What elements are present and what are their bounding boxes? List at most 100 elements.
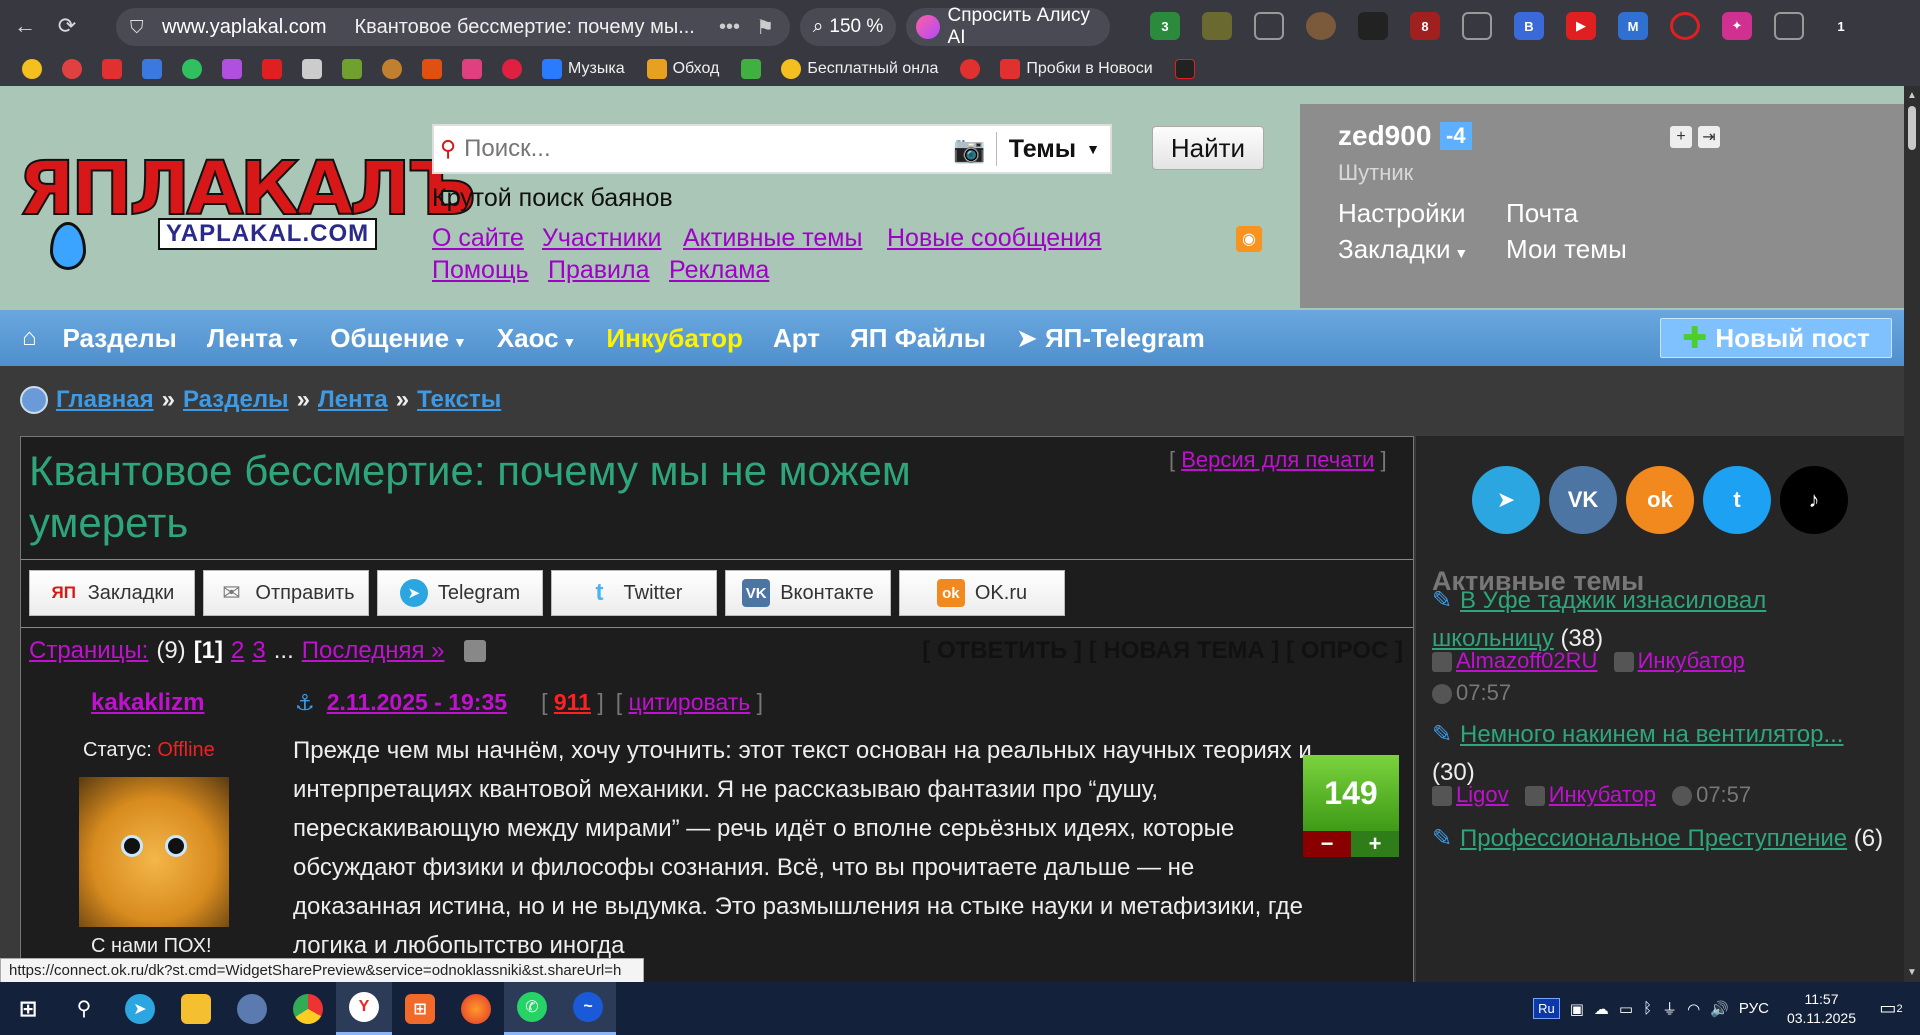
rate-up-button[interactable]: + (1351, 831, 1399, 857)
share-bookmarks-button[interactable]: ЯП Закладки (29, 570, 195, 616)
link-rules[interactable]: Правила (548, 256, 650, 285)
topic-actions[interactable]: [ ОТВЕТИТЬ ] [ НОВАЯ ТЕМА ] [ ОПРОС ] (922, 637, 1403, 665)
reload-icon[interactable]: ⟳ (50, 9, 84, 43)
doc-bookmark-icon[interactable] (302, 59, 322, 79)
taskbar-chrome[interactable] (280, 982, 336, 1035)
sidebar-extension-icon[interactable] (1774, 12, 1804, 40)
k-bookmark-icon[interactable] (422, 59, 442, 79)
youtube-extension-icon[interactable]: ▶ (1566, 12, 1596, 40)
bookmark-bypass[interactable]: Обход (646, 59, 719, 79)
clock[interactable]: 11:57 03.11.2025 (1787, 990, 1856, 1028)
target-bookmark-icon[interactable] (960, 59, 981, 79)
print-version-link[interactable]: Версия для печати (1181, 447, 1374, 472)
breadcrumb-feed[interactable]: Лента (318, 386, 388, 414)
wifi-icon[interactable]: ◠ (1687, 1000, 1700, 1018)
page-link-3[interactable]: 3 (252, 637, 265, 665)
pages-label[interactable]: Страницы: (29, 637, 148, 665)
bookmarks-link[interactable]: Закладки ▼ (1338, 234, 1468, 265)
share-twitter-button[interactable]: t Twitter (551, 570, 717, 616)
taskbar-telegram[interactable]: ➤ (112, 982, 168, 1035)
ask-alice-button[interactable]: Спросить Алису AI (906, 5, 1110, 48)
breadcrumb-texts[interactable]: Тексты (417, 386, 501, 414)
link-about[interactable]: О сайте (432, 224, 524, 253)
pin-bookmark-icon[interactable] (102, 59, 122, 79)
rss-icon[interactable]: ◉ (1236, 226, 1262, 252)
download-bookmark-icon[interactable] (741, 59, 762, 79)
site-logo[interactable]: ЯПЛАКАЛЪ YAPLAKAL.COM (17, 151, 477, 270)
share-ok-button[interactable]: ok OK.ru (899, 570, 1065, 616)
topic-user-link[interactable]: Almazoff02RU (1456, 648, 1597, 673)
start-button[interactable]: ⊞ (0, 982, 56, 1035)
pinterest-bookmark-icon[interactable] (502, 59, 522, 79)
coin-bookmark-icon[interactable] (382, 59, 402, 79)
glasses-extension-icon[interactable] (1254, 12, 1284, 40)
taskbar-app-7[interactable]: ⊞ (392, 982, 448, 1035)
search-scope[interactable]: Темы (1009, 135, 1076, 164)
more-dots-icon[interactable]: ••• (719, 16, 740, 39)
bookmark-free-online[interactable]: Бесплатный онла (781, 59, 938, 79)
twitter-icon[interactable]: t (1703, 466, 1771, 534)
menu-telegram[interactable]: ➤ ЯП-Telegram (1016, 323, 1205, 354)
tiktok-icon[interactable]: ♪ (1780, 466, 1848, 534)
settings-link[interactable]: Настройки (1338, 198, 1466, 229)
new-post-button[interactable]: ✚ Новый пост (1660, 318, 1892, 358)
downloads-icon[interactable]: 1 (1826, 12, 1856, 40)
link-new-messages[interactable]: Новые сообщения (887, 224, 1101, 253)
menu-files[interactable]: ЯП Файлы (850, 323, 986, 354)
vk-icon[interactable]: VK (1549, 466, 1617, 534)
anchor-icon[interactable]: ⚓ (295, 690, 315, 716)
link-help[interactable]: Помощь (432, 256, 529, 285)
link-active-topics[interactable]: Активные темы (683, 224, 862, 253)
active-topic-link[interactable]: Немного накинем на вентилятор... (1460, 721, 1843, 748)
tools-bookmark-icon[interactable] (342, 59, 362, 79)
bookmark-music[interactable]: Музыка (542, 59, 625, 79)
taskbar-whatsapp[interactable]: ✆ (504, 982, 560, 1035)
youtube-bookmark-icon[interactable] (262, 59, 282, 79)
menu-incubator[interactable]: Инкубатор (606, 323, 743, 354)
mail-link[interactable]: Почта (1506, 198, 1578, 229)
taskbar-firefox[interactable] (448, 982, 504, 1035)
glasses-extension-icon-2[interactable] (1462, 12, 1492, 40)
address-bar[interactable]: ⛉ www.yaplakal.com Квантовое бессмертие:… (116, 8, 790, 46)
taskbar-app-4[interactable] (224, 982, 280, 1035)
usb-icon[interactable]: ⏚ (1662, 998, 1677, 1019)
post-number[interactable]: 911 (554, 689, 591, 715)
m-extension-icon[interactable]: M (1618, 12, 1648, 40)
scroll-thumb[interactable] (1908, 106, 1916, 150)
back-arrow-icon[interactable]: ← (8, 9, 42, 43)
b-extension-icon[interactable]: B (1514, 12, 1544, 40)
block-extension-icon[interactable] (1670, 12, 1700, 40)
menu-feed[interactable]: Лента ▼ (207, 323, 300, 354)
share-telegram-button[interactable]: ➤ Telegram (377, 570, 543, 616)
sparkle-bookmark-icon[interactable] (222, 59, 242, 79)
taskbar-app-10[interactable]: ~ (560, 982, 616, 1035)
ok-icon[interactable]: ok (1626, 466, 1694, 534)
misc-bookmark-icon[interactable] (1174, 59, 1195, 79)
topic-user-link[interactable]: Ligov (1456, 782, 1509, 807)
caret-down-icon[interactable]: ▼ (1086, 141, 1100, 157)
notifications-button[interactable]: ▭ 2 (1876, 994, 1906, 1024)
post-author[interactable]: kakaklizm (91, 689, 204, 717)
ball-bookmark-icon[interactable] (62, 59, 82, 79)
taskbar-search[interactable]: ⚲ (56, 982, 112, 1035)
shield-extension-icon[interactable]: 3 (1150, 12, 1180, 40)
scroll-down-icon[interactable]: ▼ (1907, 967, 1917, 978)
dots-bookmark-icon[interactable] (182, 59, 202, 79)
download-extension-icon[interactable] (1358, 12, 1388, 40)
username[interactable]: zed900 (1338, 120, 1431, 152)
link-ads[interactable]: Реклама (669, 256, 769, 285)
page-jump-icon[interactable] (464, 640, 487, 662)
leaf-extension-icon[interactable] (1202, 12, 1232, 40)
menu-art[interactable]: Арт (773, 323, 820, 354)
sun-bookmark-icon[interactable] (22, 59, 42, 79)
rate-down-button[interactable]: − (1303, 831, 1351, 857)
mail-bookmark-icon[interactable] (142, 59, 162, 79)
my-topics-link[interactable]: Мои темы (1506, 234, 1627, 265)
scroll-up-icon[interactable]: ▲ (1907, 90, 1917, 101)
topic-section-link[interactable]: Инкубатор (1638, 648, 1745, 673)
battery-icon[interactable]: ▭ (1619, 1000, 1633, 1018)
camera-icon[interactable]: 📷 (953, 134, 985, 165)
zoom-indicator[interactable]: ⌕ 150 % (800, 8, 896, 46)
link-members[interactable]: Участники (542, 224, 661, 253)
menu-chat[interactable]: Общение ▼ (330, 323, 467, 354)
